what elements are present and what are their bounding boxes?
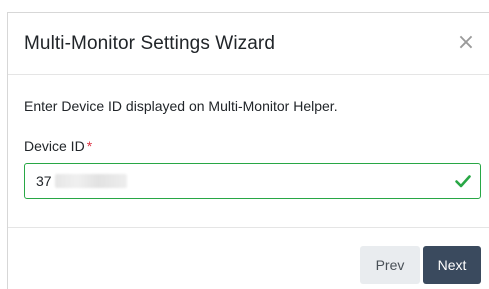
check-icon bbox=[455, 175, 471, 188]
device-id-label-text: Device ID bbox=[24, 138, 85, 154]
close-button[interactable]: × bbox=[455, 32, 477, 54]
redacted-value-region bbox=[55, 174, 127, 188]
dialog-title: Multi-Monitor Settings Wizard bbox=[24, 33, 276, 54]
prev-button[interactable]: Prev bbox=[360, 246, 420, 284]
dialog-footer: Prev Next bbox=[8, 228, 489, 289]
dialog-header: Multi-Monitor Settings Wizard × bbox=[8, 13, 489, 75]
dialog-body: Enter Device ID displayed on Multi-Monit… bbox=[8, 75, 489, 228]
settings-wizard-dialog: Multi-Monitor Settings Wizard × Enter De… bbox=[7, 12, 489, 289]
device-id-field-wrapper bbox=[24, 163, 481, 199]
next-button[interactable]: Next bbox=[423, 246, 481, 284]
device-id-label: Device ID * bbox=[24, 138, 92, 154]
required-indicator: * bbox=[86, 138, 93, 154]
instruction-text: Enter Device ID displayed on Multi-Monit… bbox=[24, 98, 338, 114]
